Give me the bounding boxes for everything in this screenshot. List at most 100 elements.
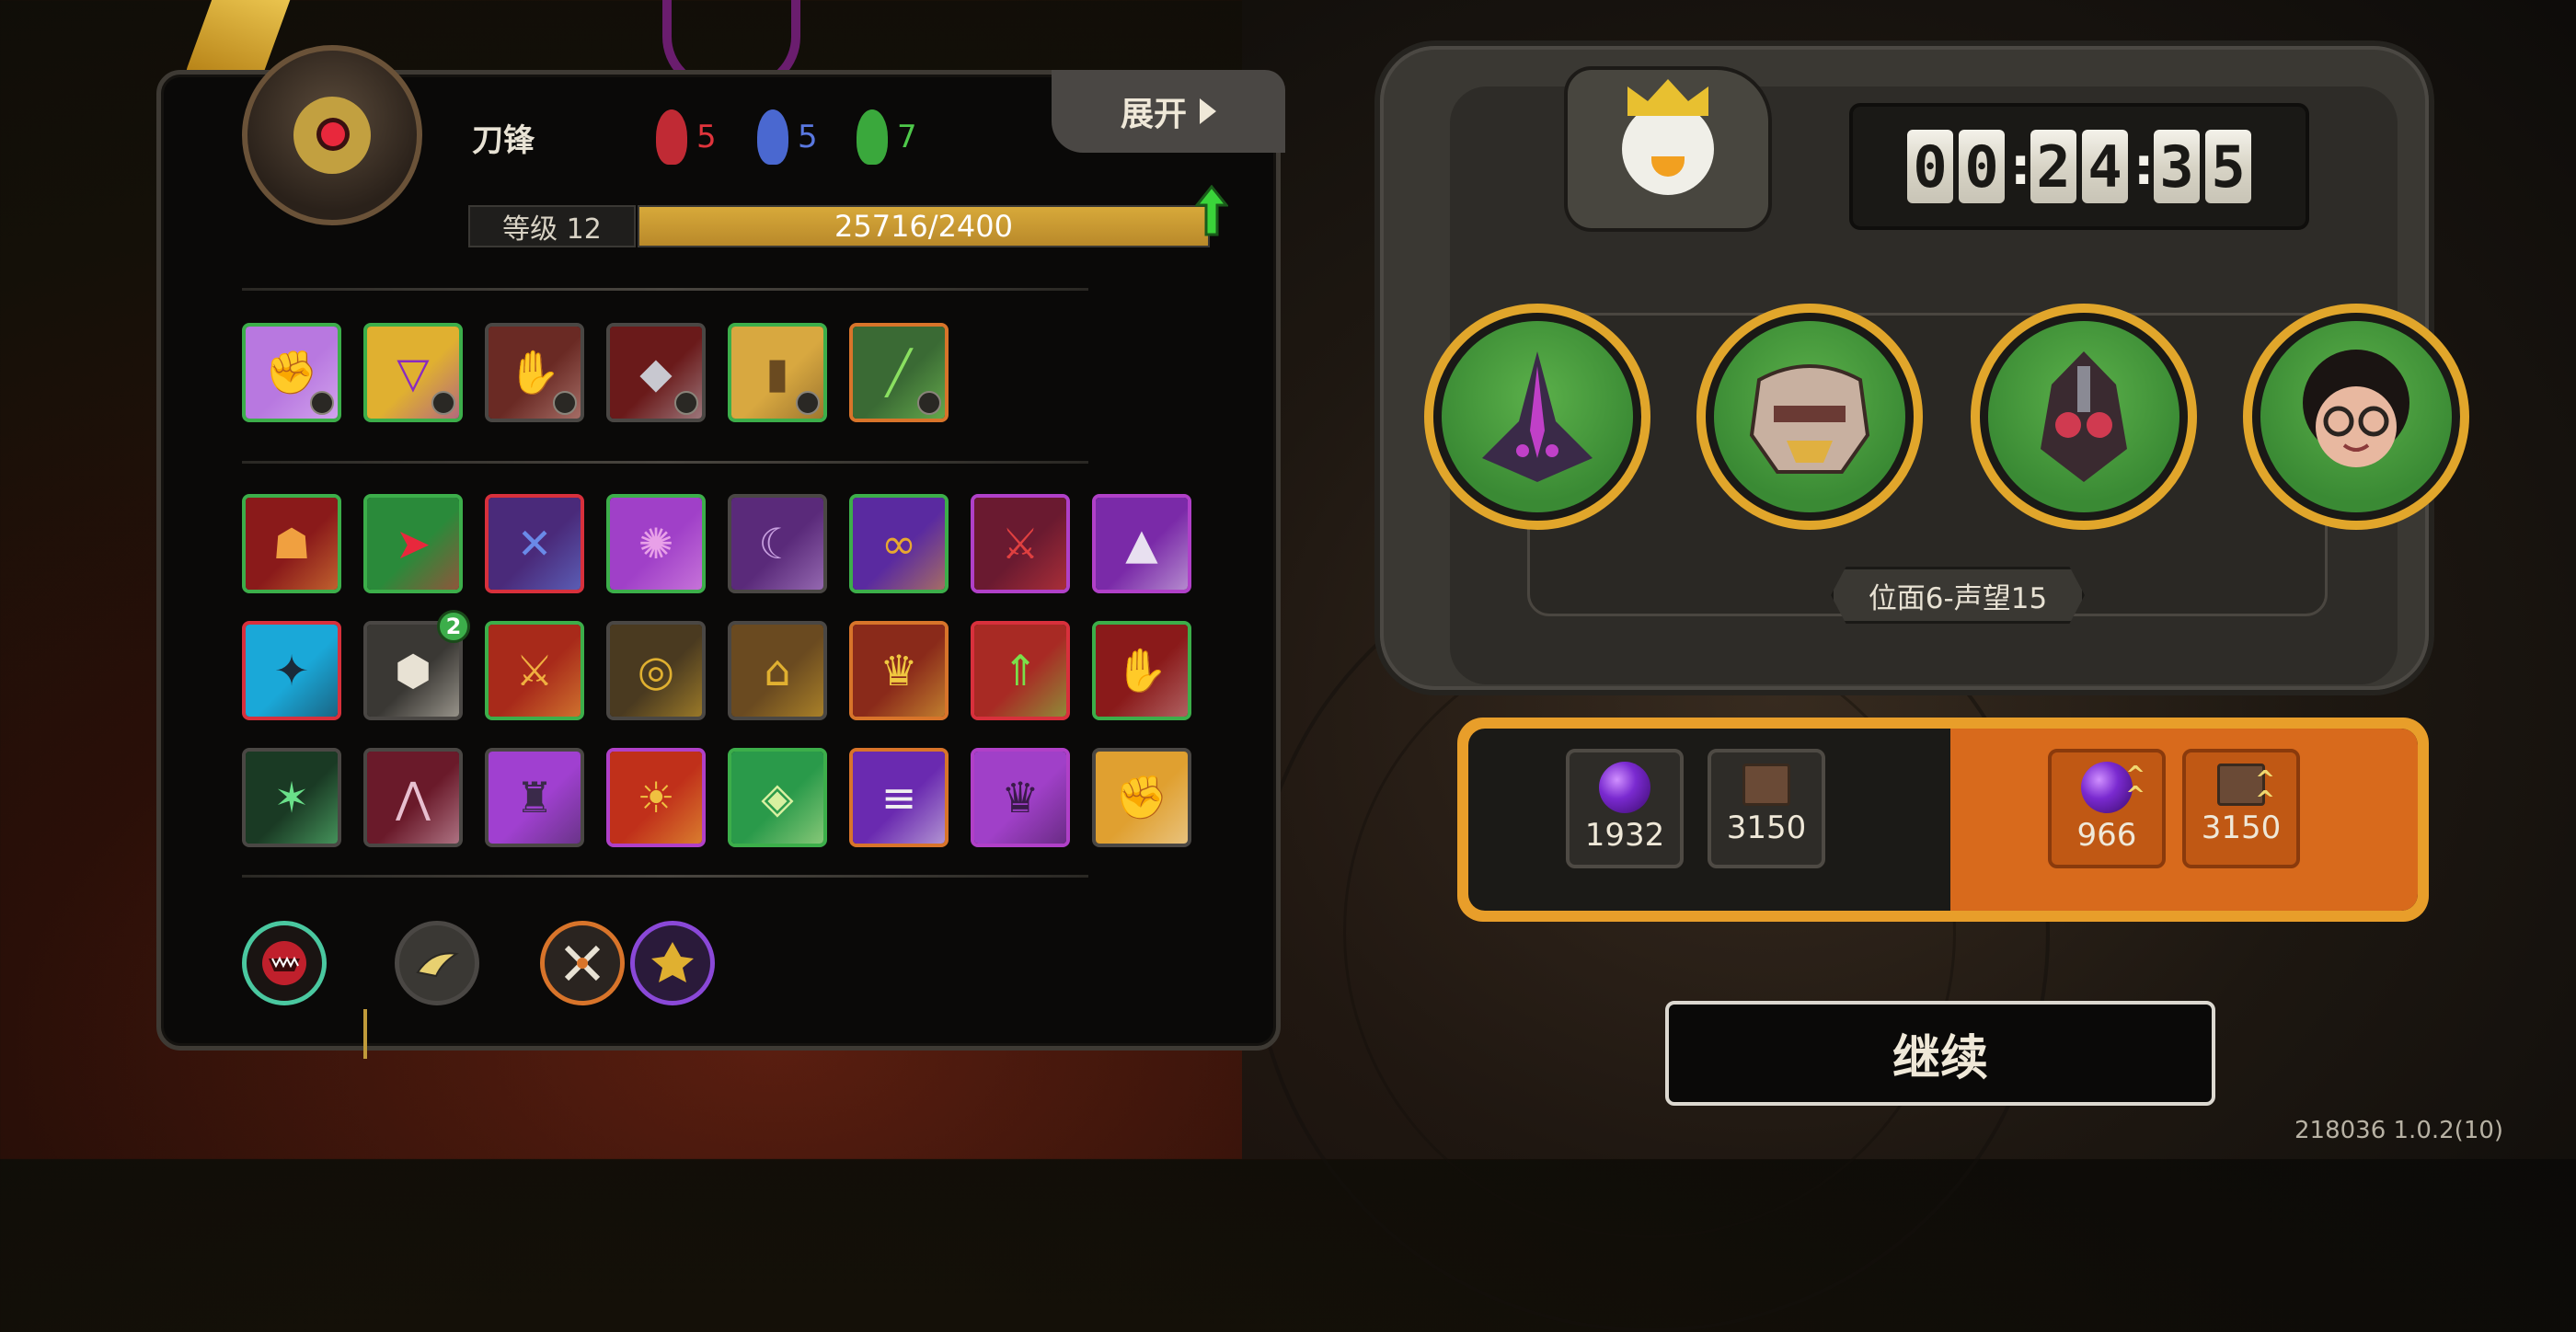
slot-glyph: ♛ (880, 646, 918, 695)
pink-blob-icon[interactable]: ✺ (606, 494, 706, 593)
red-hand-icon[interactable]: ✋ (1092, 621, 1191, 720)
hero-mask-icon (293, 97, 371, 174)
slot-glyph: ◈ (761, 773, 794, 822)
flame-ring-icon[interactable]: ☀ (606, 748, 706, 847)
purple-road-icon[interactable]: ≡ (849, 748, 949, 847)
robot-mask-hero-icon (1714, 321, 1905, 512)
rarity-corner-icon (553, 391, 577, 415)
slot-glyph: ♛ (1001, 773, 1040, 822)
slot-glyph: ✊ (1115, 772, 1168, 822)
version-label: 218036 1.0.2(10) (2294, 1117, 2504, 1144)
slot-glyph: ⋀ (396, 773, 431, 822)
gold-shield-icon[interactable]: ◎ (606, 621, 706, 720)
hero-portrait[interactable] (242, 45, 422, 225)
slot-glyph: ☗ (272, 519, 311, 568)
purple-spike-icon[interactable]: ▲ (1092, 494, 1191, 593)
purple-gold-sigil-icon[interactable] (630, 921, 715, 1005)
continue-button[interactable]: 继续 (1665, 1001, 2215, 1106)
cyan-star-icon[interactable]: ✦ (242, 621, 341, 720)
gray-bird-icon[interactable] (395, 921, 479, 1005)
blue-mask-icon[interactable]: ✕ (485, 494, 584, 593)
faction-red-count: 5 (696, 119, 717, 155)
slot-glyph: ✺ (638, 519, 674, 568)
reward-card-bonus[interactable]: ^ ^ 3150 (2182, 749, 2300, 868)
purple-claw-icon[interactable]: ☾ (728, 494, 827, 593)
purple-fist-icon[interactable]: ✊ (242, 323, 341, 422)
red-beast-icon[interactable]: ☗ (242, 494, 341, 593)
xp-text: 25716/2400 (834, 209, 1013, 244)
slot-glyph: ☾ (758, 519, 797, 568)
red-fangs-icon[interactable] (242, 921, 327, 1005)
expand-button[interactable]: 展开 (1052, 70, 1285, 153)
purple-orb-icon (1599, 762, 1650, 813)
gold-chest-icon[interactable]: ▽ (363, 323, 463, 422)
rank-label: 位面6-声望15 (1831, 567, 2085, 624)
rewards-inner: 1932 3150 ^ ^ 966 ^ ^ 3150 (1468, 729, 2418, 911)
slot-glyph: ✦ (273, 646, 310, 695)
gold-fist-icon[interactable]: ✊ (1092, 748, 1191, 847)
slot-glyph: ✋ (1115, 645, 1168, 695)
red-arrow-icon[interactable]: ➤ (363, 494, 463, 593)
blue-faction-icon (757, 109, 788, 165)
green-faction-icon (857, 109, 888, 165)
slot-glyph: ➤ (395, 519, 431, 568)
green-crystal-icon[interactable]: ✶ (242, 748, 341, 847)
gold-gate-icon[interactable]: ⌂ (728, 621, 827, 720)
reward-card-bonus[interactable]: ^ ^ 966 (2048, 749, 2166, 868)
red-rays-icon[interactable]: ⋀ (363, 748, 463, 847)
red-faction-icon (656, 109, 687, 165)
slot-glyph: ∞ (880, 519, 917, 568)
horned-helm-icon[interactable]: ◆ (606, 323, 706, 422)
crossed-blades-icon[interactable] (540, 921, 625, 1005)
divider (242, 461, 1088, 464)
slot-glyph: ▲ (1125, 519, 1158, 568)
purple-rune-icon[interactable]: ∞ (849, 494, 949, 593)
team-slot-2[interactable] (1696, 304, 1923, 530)
team-slot-3[interactable] (1971, 304, 2197, 530)
slot-glyph: ✕ (516, 519, 553, 568)
slot-glyph: ✋ (508, 347, 561, 397)
slot-glyph: ╱ (886, 348, 912, 397)
slot-glyph: ◎ (637, 646, 675, 695)
timer-digit: 5 (2205, 130, 2251, 203)
glasses-kid-hero-icon (2260, 321, 2452, 512)
gold-crown-icon[interactable]: ♛ (849, 621, 949, 720)
rarity-corner-icon (917, 391, 941, 415)
claw-grip-icon[interactable]: ✋ (485, 323, 584, 422)
play-arrow-icon (1200, 98, 1216, 124)
purple-orb-upgrade-icon: ^ ^ (2081, 762, 2145, 813)
faction-green: 7 (857, 109, 917, 165)
rarity-corner-icon (431, 391, 455, 415)
team-slot-4[interactable] (2243, 304, 2469, 530)
purple-spikes-icon[interactable]: ♛ (971, 748, 1070, 847)
slot-glyph: ⚔ (1001, 519, 1040, 568)
reward-card[interactable]: 3150 (1708, 749, 1825, 868)
red-blade-icon[interactable]: ⚔ (971, 494, 1070, 593)
xp-bar: 25716/2400 (638, 205, 1210, 247)
team-slot-1[interactable] (1424, 304, 1650, 530)
reward-card[interactable]: 1932 (1566, 749, 1684, 868)
slot-glyph: ▽ (397, 348, 430, 397)
green-syringe-icon[interactable]: ╱ (849, 323, 949, 422)
level-up-arrow-icon[interactable] (1195, 185, 1228, 236)
crown-duck-icon[interactable] (1564, 66, 1772, 232)
reward-value: 1932 (1584, 817, 1665, 854)
rewards-panel: 1932 3150 ^ ^ 966 ^ ^ 3150 (1457, 718, 2429, 922)
slot-glyph: ♜ (515, 773, 554, 822)
book-icon (1742, 764, 1790, 806)
rarity-corner-icon (674, 391, 698, 415)
fire-sword-icon[interactable]: ⚔ (485, 621, 584, 720)
gold-armor-icon[interactable]: ▮ (728, 323, 827, 422)
timer-digit: 3 (2154, 130, 2200, 203)
faction-green-count: 7 (897, 119, 917, 155)
slot-glyph: ⌂ (764, 646, 791, 695)
timer-digit: 0 (1959, 130, 2005, 203)
green-tree-icon[interactable]: ⇑ (971, 621, 1070, 720)
green-diamond-icon[interactable]: ◈ (728, 748, 827, 847)
rarity-corner-icon (310, 391, 334, 415)
timer-digit: 0 (1907, 130, 1953, 203)
reward-value: 966 (2076, 817, 2137, 854)
slot-glyph: ▮ (765, 348, 789, 397)
purple-tower-icon[interactable]: ♜ (485, 748, 584, 847)
timer-digit: 4 (2082, 130, 2128, 203)
